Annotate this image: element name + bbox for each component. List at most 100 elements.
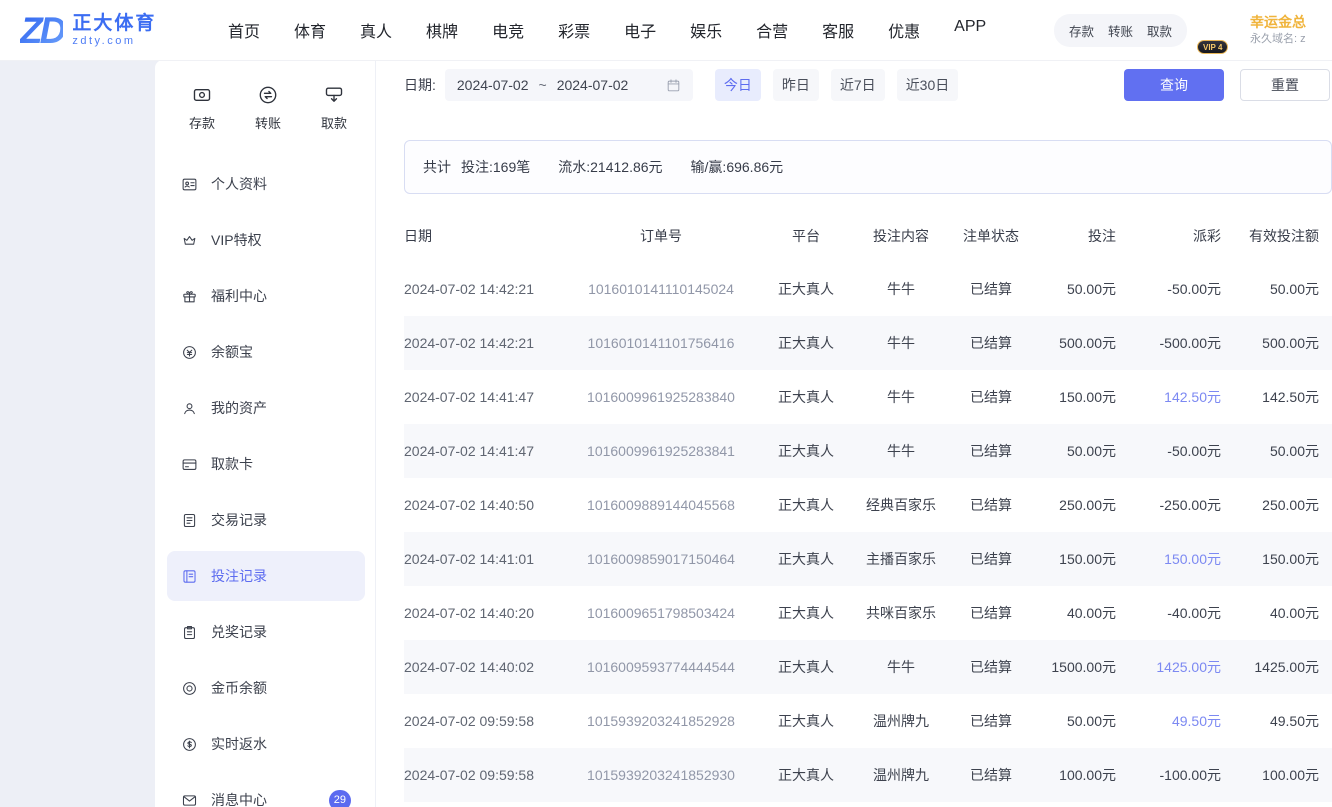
- sidebar-item-label: 取款卡: [211, 454, 253, 474]
- nav-item-12[interactable]: APP: [954, 18, 986, 42]
- user-area[interactable]: VIP 4 幸运金总 永久域名: z: [1203, 11, 1332, 49]
- avatar-wrap: VIP 4: [1203, 11, 1241, 49]
- cell-valid: 40.00元: [1221, 586, 1332, 640]
- bank-card-icon: [181, 456, 198, 473]
- cell-payout: 150.00元: [1116, 532, 1221, 586]
- user-info: 幸运金总 永久域名: z: [1250, 13, 1332, 47]
- calendar-icon[interactable]: [666, 78, 681, 93]
- transfer-action[interactable]: 转账: [255, 84, 281, 132]
- sidebar-item-bet-records[interactable]: 投注记录: [167, 551, 365, 601]
- action-label: 取款: [321, 113, 347, 132]
- cell-order: 1016009593774444544: [561, 640, 761, 694]
- cell-order: 1016010141101756416: [561, 316, 761, 370]
- cell-content: 共咪百家乐: [851, 586, 951, 640]
- header-quick-link-2[interactable]: 转账: [1108, 21, 1133, 40]
- cell-date: 2024-07-02 14:42:21: [404, 316, 561, 370]
- sidebar-item-withdraw-card[interactable]: 取款卡: [167, 439, 365, 489]
- cell-content: 主播百家乐: [851, 532, 951, 586]
- range-button-3[interactable]: 近7日: [831, 69, 885, 101]
- header-quick-link-3[interactable]: 取款: [1147, 21, 1172, 40]
- cell-bet: 50.00元: [1031, 262, 1116, 316]
- deposit-icon: [191, 84, 213, 106]
- sidebar-item-transactions[interactable]: 交易记录: [167, 495, 365, 545]
- cell-status: 已结算: [951, 694, 1031, 748]
- table-row: 2024-07-02 09:59:581015939203241852928正大…: [404, 694, 1332, 748]
- deposit-action[interactable]: 存款: [189, 84, 215, 132]
- id-card-icon: [181, 176, 198, 193]
- date-filter-label: 日期:: [404, 75, 436, 95]
- cell-bet: 50.00元: [1031, 694, 1116, 748]
- cell-payout: 142.50元: [1116, 370, 1221, 424]
- date-range-picker[interactable]: 2024-07-02 ~ 2024-07-02: [445, 69, 693, 101]
- sidebar-item-welfare[interactable]: 福利中心: [167, 271, 365, 321]
- sidebar-item-rebate[interactable]: 实时返水: [167, 719, 365, 769]
- nav-item-3[interactable]: 真人: [360, 18, 392, 42]
- range-button-1[interactable]: 今日: [715, 69, 761, 101]
- sidebar: 存款 转账 取款 个人资料 VIP特权 福利中心: [155, 60, 375, 807]
- cell-order: 1016010141110145024: [561, 262, 761, 316]
- withdraw-action[interactable]: 取款: [321, 84, 347, 132]
- summary-item-3: 输/赢:696.86元: [691, 159, 784, 175]
- cell-platform: 正大真人: [761, 262, 851, 316]
- sidebar-item-coin-balance[interactable]: 金币余额: [167, 663, 365, 713]
- user-name: 幸运金总: [1250, 13, 1332, 32]
- sidebar-item-redeem-records[interactable]: 兑奖记录: [167, 607, 365, 657]
- nav-item-10[interactable]: 客服: [822, 18, 854, 42]
- cell-date: 2024-07-02 14:40:20: [404, 586, 561, 640]
- header-quick-link-1[interactable]: 存款: [1069, 21, 1094, 40]
- cell-date: 2024-07-02 14:41:47: [404, 424, 561, 478]
- column-header-order: 订单号: [561, 210, 761, 262]
- cell-valid: 142.50元: [1221, 370, 1332, 424]
- permanent-domain-note: 永久域名: z: [1250, 32, 1332, 47]
- cell-platform: 正大真人: [761, 640, 851, 694]
- gift-icon: [181, 288, 198, 305]
- sidebar-quick-actions: 存款 转账 取款: [167, 84, 365, 132]
- nav-item-11[interactable]: 优惠: [888, 18, 920, 42]
- cell-date: 2024-07-02 14:40:50: [404, 478, 561, 532]
- cell-platform: 正大真人: [761, 532, 851, 586]
- sidebar-item-label: 交易记录: [211, 510, 267, 530]
- range-button-2[interactable]: 昨日: [773, 69, 819, 101]
- transfer-icon: [257, 84, 279, 106]
- logo-mark-icon: ZD: [20, 12, 63, 49]
- header-right: 存款转账取款 VIP 4 幸运金总 永久域名: z: [1054, 11, 1332, 49]
- cell-content: 温州牌九: [851, 694, 951, 748]
- nav-item-2[interactable]: 体育: [294, 18, 326, 42]
- sidebar-item-label: 金币余额: [211, 678, 267, 698]
- page-gutter: [0, 60, 155, 807]
- range-button-4[interactable]: 近30日: [897, 69, 959, 101]
- sidebar-item-assets[interactable]: 我的资产: [167, 383, 365, 433]
- cell-valid: 1425.00元: [1221, 640, 1332, 694]
- sidebar-item-vip[interactable]: VIP特权: [167, 215, 365, 265]
- cell-status: 已结算: [951, 586, 1031, 640]
- cell-order: 1015939203241852930: [561, 748, 761, 802]
- nav-item-7[interactable]: 电子: [624, 18, 656, 42]
- document-icon: [181, 512, 198, 529]
- query-button[interactable]: 查询: [1124, 69, 1224, 101]
- nav-item-8[interactable]: 娱乐: [690, 18, 722, 42]
- action-label: 转账: [255, 113, 281, 132]
- sidebar-item-messages[interactable]: 消息中心 29: [167, 775, 365, 807]
- column-header-valid: 有效投注额: [1221, 210, 1332, 262]
- nav-item-4[interactable]: 棋牌: [426, 18, 458, 42]
- sidebar-item-profile[interactable]: 个人资料: [167, 159, 365, 209]
- nav-item-1[interactable]: 首页: [228, 18, 260, 42]
- nav-item-6[interactable]: 彩票: [558, 18, 590, 42]
- nav-item-9[interactable]: 合营: [756, 18, 788, 42]
- cell-order: 1016009859017150464: [561, 532, 761, 586]
- summary-card: 共计 投注:169笔流水:21412.86元输/赢:696.86元: [404, 140, 1332, 194]
- sidebar-item-balance-treasure[interactable]: 余额宝: [167, 327, 365, 377]
- cell-date: 2024-07-02 09:59:58: [404, 748, 561, 802]
- cell-content: 牛牛: [851, 316, 951, 370]
- reset-button[interactable]: 重置: [1240, 69, 1330, 101]
- cell-status: 已结算: [951, 478, 1031, 532]
- cell-content: 牛牛: [851, 262, 951, 316]
- cell-platform: 正大真人: [761, 370, 851, 424]
- nav-item-5[interactable]: 电竞: [492, 18, 524, 42]
- cell-order: 1016009961925283840: [561, 370, 761, 424]
- cell-date: 2024-07-02 14:41:01: [404, 532, 561, 586]
- cell-content: 牛牛: [851, 640, 951, 694]
- main-content: 日期: 2024-07-02 ~ 2024-07-02 今日昨日近7日近30日 …: [375, 60, 1332, 807]
- brand-logo[interactable]: ZD 正大体育 zdty.com: [20, 12, 202, 49]
- cell-content: 经典百家乐: [851, 478, 951, 532]
